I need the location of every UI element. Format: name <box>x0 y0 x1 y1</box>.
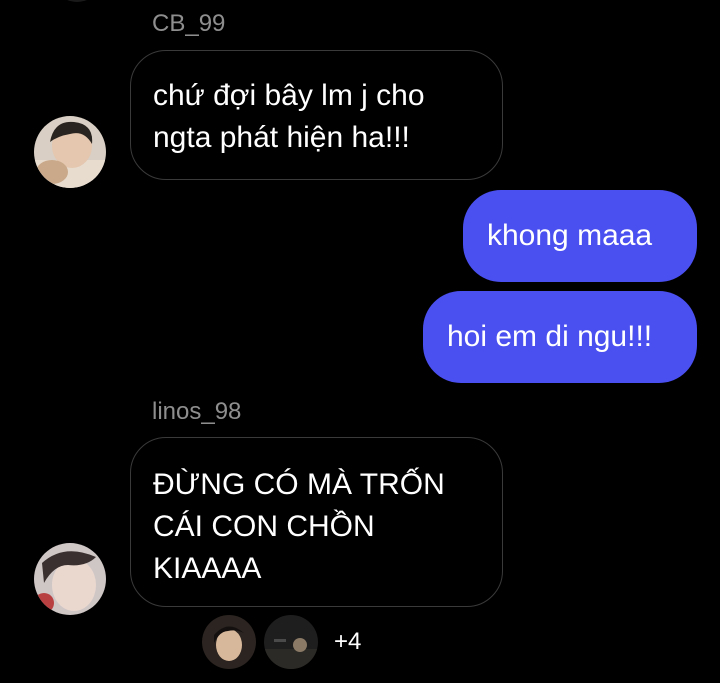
seen-by-avatar[interactable] <box>264 615 318 669</box>
sender-name: linos_98 <box>152 398 242 425</box>
partial-avatar <box>58 0 96 2</box>
seen-by-more-count[interactable]: +4 <box>334 628 361 656</box>
sender-name: CB_99 <box>152 10 226 37</box>
outgoing-message-bubble[interactable]: khong maaa <box>463 190 697 282</box>
outgoing-message-bubble[interactable]: hoi em di ngu!!! <box>423 291 697 383</box>
message-text-line: ĐỪNG CÓ MÀ TRỐN <box>153 468 445 501</box>
message-text-line: chứ đợi bây lm j cho <box>153 79 425 112</box>
user-avatar[interactable] <box>34 116 106 188</box>
incoming-message-bubble[interactable]: chứ đợi bây lm j cho ngta phát hiện ha!!… <box>130 50 503 180</box>
message-text-line: ngta phát hiện ha!!! <box>153 121 410 154</box>
user-avatar[interactable] <box>34 543 106 615</box>
incoming-message-bubble[interactable]: ĐỪNG CÓ MÀ TRỐN CÁI CON CHỒN KIAAAA <box>130 437 503 607</box>
seen-by-avatar[interactable] <box>202 615 256 669</box>
message-text-line: KIAAAA <box>153 552 262 585</box>
message-text-line: CÁI CON CHỒN <box>153 510 375 543</box>
